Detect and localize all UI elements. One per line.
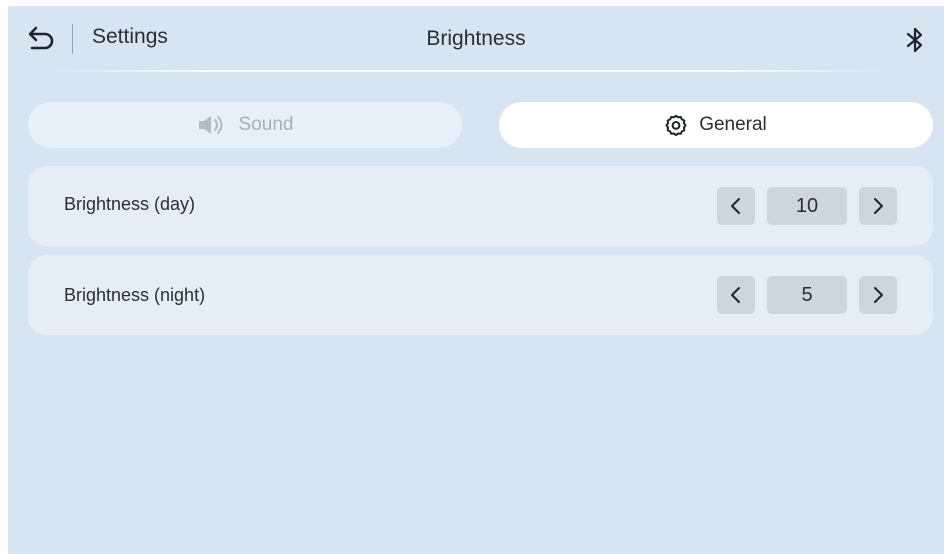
tab-sound[interactable]: Sound <box>28 102 462 148</box>
chevron-right-icon <box>874 198 883 214</box>
brightness-day-row: Brightness (day) 10 <box>28 166 933 246</box>
chevron-left-icon <box>731 198 740 214</box>
tab-general-label: General <box>699 114 767 135</box>
header-bar: Settings Brightness <box>8 6 944 72</box>
brightness-night-decrease-button[interactable] <box>717 276 755 314</box>
back-arrow-icon <box>28 26 54 50</box>
brightness-night-increase-button[interactable] <box>859 276 897 314</box>
bluetooth-icon <box>906 27 923 53</box>
bluetooth-button[interactable] <box>902 25 928 55</box>
brightness-day-value: 10 <box>767 187 847 225</box>
settings-screen: Settings Brightness Sound General Bright… <box>8 6 944 554</box>
speaker-icon <box>197 114 227 136</box>
brightness-night-row: Brightness (night) 5 <box>28 255 933 335</box>
tab-sound-label: Sound <box>238 114 294 135</box>
tab-general[interactable]: General <box>499 102 933 148</box>
back-button[interactable] <box>26 24 56 52</box>
gear-icon <box>665 114 687 136</box>
chevron-left-icon <box>731 287 740 303</box>
brightness-night-value: 5 <box>767 276 847 314</box>
brightness-day-decrease-button[interactable] <box>717 187 755 225</box>
chevron-right-icon <box>874 287 883 303</box>
brightness-night-label: Brightness (night) <box>64 285 206 305</box>
header-divider <box>72 24 73 54</box>
brightness-day-label: Brightness (day) <box>64 194 196 214</box>
brightness-night-stepper: 5 <box>717 276 897 314</box>
settings-link[interactable]: Settings <box>92 25 168 49</box>
brightness-day-stepper: 10 <box>717 187 897 225</box>
brightness-day-increase-button[interactable] <box>859 187 897 225</box>
header-underline <box>48 70 888 72</box>
